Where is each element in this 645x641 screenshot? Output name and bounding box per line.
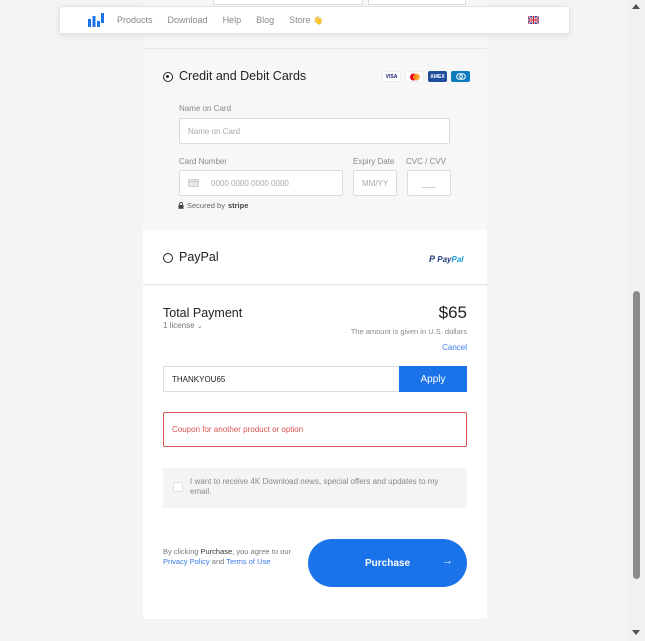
previous-field-edge (368, 0, 466, 5)
card-logos: VISA AMEX (382, 71, 470, 82)
paypal-p-icon: P (429, 254, 436, 264)
expiry-input[interactable]: MM/YY (353, 170, 397, 196)
total-payment-section: Total Payment 1 license ⌄ $65 The amount… (143, 286, 487, 619)
nav-links: Products Download Help Blog Store 👋 (117, 15, 338, 25)
scroll-thumb[interactable] (633, 291, 640, 579)
chevron-down-icon: ⌄ (196, 323, 203, 330)
lock-icon (178, 202, 184, 209)
cancel-coupon-link[interactable]: Cancel (442, 343, 467, 352)
secured-text: Secured by (187, 201, 225, 210)
scroll-down-arrow-icon[interactable] (632, 630, 640, 635)
paypal-logo: P PayPal (429, 254, 464, 264)
coupon-input[interactable]: THANKYOU65 (163, 366, 400, 392)
arrow-right-icon: → (442, 555, 453, 567)
page-scrollbar[interactable] (628, 0, 645, 641)
wave-hand-icon: 👋 (313, 16, 324, 25)
total-title: Total Payment (163, 306, 243, 320)
card-title[interactable]: Credit and Debit Cards (179, 69, 306, 83)
card-radio[interactable] (163, 72, 173, 82)
license-selector[interactable]: 1 license ⌄ (163, 321, 203, 330)
card-number-input[interactable]: 0000 0000 0000 0000 (179, 170, 343, 196)
newsletter-text: I want to receive 4K Download news, spec… (190, 477, 439, 496)
newsletter-checkbox[interactable] (173, 482, 183, 492)
nav-blog[interactable]: Blog (256, 15, 274, 25)
card-number-placeholder: 0000 0000 0000 0000 (211, 178, 289, 188)
scroll-up-arrow-icon[interactable] (632, 4, 640, 9)
uk-flag-icon[interactable] (528, 16, 539, 24)
name-on-card-label: Name on Card (179, 104, 232, 113)
newsletter-optin: I want to receive 4K Download news, spec… (163, 468, 467, 508)
top-navbar: Products Download Help Blog Store 👋 (59, 6, 570, 34)
checkout-panel: Credit and Debit Cards VISA AMEX Name on… (143, 0, 487, 619)
terms-and: and (209, 557, 227, 566)
nav-store[interactable]: Store 👋 (289, 15, 323, 25)
cvc-label: CVC / CVV (406, 157, 447, 166)
mastercard-icon (405, 71, 424, 82)
privacy-policy-link[interactable]: Privacy Policy (163, 557, 210, 566)
stripe-brand: stripe (227, 201, 249, 210)
amex-icon: AMEX (428, 71, 447, 82)
terms-text: , you agree to our (232, 547, 291, 556)
previous-field-edge (213, 0, 363, 5)
paypal-title[interactable]: PayPal (179, 250, 219, 264)
nav-download[interactable]: Download (168, 15, 208, 25)
card-payment-section: Credit and Debit Cards VISA AMEX Name on… (143, 48, 487, 230)
terms-of-use-link[interactable]: Terms of Use (226, 557, 270, 566)
expiry-label: Expiry Date (353, 157, 395, 166)
apply-button[interactable]: Apply (399, 366, 467, 392)
total-price: $65 (438, 303, 467, 322)
terms-purchase-word: Purchase (200, 547, 233, 556)
terms-notice: By clicking Purchase, you agree to our P… (163, 547, 313, 567)
terms-text: By clicking (163, 547, 201, 556)
paypal-logo-pay: Pay (437, 255, 452, 264)
credit-card-icon (188, 179, 199, 187)
visa-icon: VISA (382, 71, 401, 82)
coupon-error-message: Coupon for another product or option (163, 412, 467, 447)
name-on-card-input[interactable]: Name on Card (179, 118, 450, 144)
paypal-radio[interactable] (163, 253, 173, 263)
purchase-label: Purchase (364, 557, 411, 569)
logo-icon[interactable] (88, 13, 104, 27)
paypal-section: PayPal P PayPal (143, 230, 487, 285)
nav-store-label: Store (289, 15, 311, 25)
diners-club-icon (451, 71, 470, 82)
nav-help[interactable]: Help (223, 15, 242, 25)
secured-by-stripe: Secured by stripe (178, 201, 248, 210)
license-label: 1 license (163, 321, 195, 330)
card-number-label: Card Number (179, 157, 228, 166)
price-note: The amount is given in U.S. dollars (350, 327, 467, 336)
cvc-input[interactable]: ___ (407, 170, 451, 196)
nav-products[interactable]: Products (117, 15, 153, 25)
paypal-logo-pal: Pal (451, 255, 464, 264)
purchase-button[interactable]: Purchase → (308, 539, 467, 587)
